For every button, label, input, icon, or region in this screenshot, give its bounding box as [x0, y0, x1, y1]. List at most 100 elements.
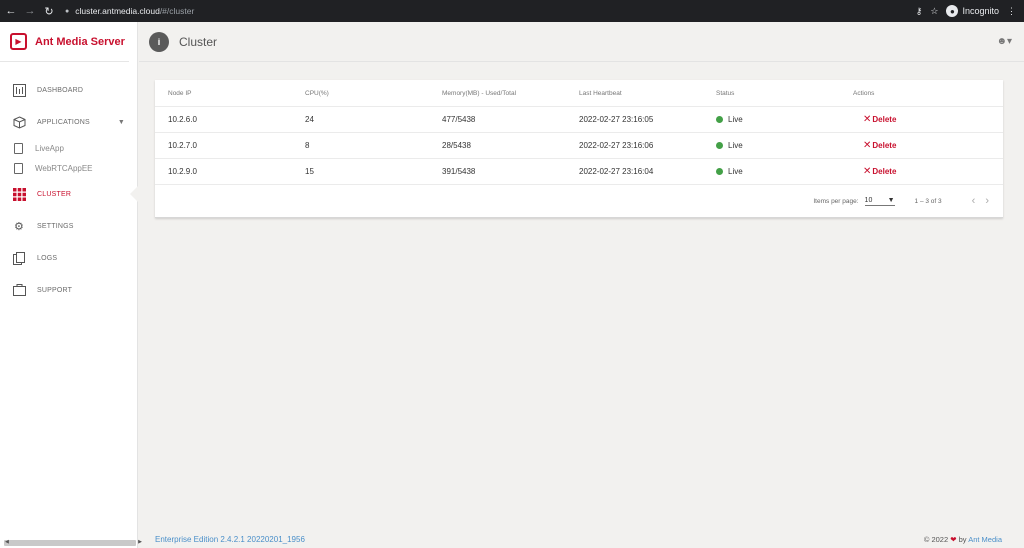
star-icon[interactable]: ☆ [930, 6, 938, 17]
chevron-down-icon: ▼ [887, 196, 895, 204]
status-badge: Live [703, 115, 840, 124]
settings-icon: ⚙ [13, 220, 25, 233]
status-badge: Live [703, 141, 840, 150]
page-header: i Cluster ☻▾ [139, 22, 1024, 62]
heart-icon: ❤ [950, 535, 957, 544]
status-text: Live [728, 115, 743, 124]
live-dot-icon [716, 142, 723, 149]
sidebar-app-label: LiveApp [35, 143, 64, 153]
logs-icon [12, 251, 26, 265]
sidebar-item-dashboard[interactable]: DASHBOARD [0, 74, 137, 106]
items-per-page-select[interactable]: 10 ▼ [864, 196, 895, 206]
cluster-icon [12, 187, 26, 201]
incognito-icon: ● [946, 5, 959, 17]
cpu-value: 8 [305, 141, 310, 150]
node-ip: 10.2.9.0 [168, 167, 197, 176]
sidebar-item-settings[interactable]: ⚙ SETTINGS [0, 210, 137, 242]
column-header: Status [716, 89, 735, 97]
node-ip: 10.2.6.0 [168, 115, 197, 124]
sidebar: ▶ Ant Media Server DASHBOARD APPLICATION… [0, 22, 142, 548]
page-title: Cluster [179, 34, 218, 49]
items-per-page-value: 10 [864, 196, 873, 204]
items-per-page-label: Items per page: [813, 197, 859, 205]
close-icon: ✕ [863, 166, 872, 177]
delete-button[interactable]: ✕ Delete [853, 140, 1003, 151]
browser-toolbar: ← → ↻ ● cluster.antmedia.cloud/#/cluster… [0, 0, 1024, 22]
delete-label: Delete [872, 167, 897, 176]
key-icon[interactable]: ⚷ [916, 6, 923, 17]
sidebar-item-label: LOGS [37, 254, 58, 262]
incognito-label: Incognito [962, 6, 999, 16]
cpu-value: 24 [305, 115, 314, 124]
copyright: © 2022 ❤ by Ant Media [924, 535, 1002, 544]
column-header: Actions [853, 89, 875, 97]
column-header: Last Heartbeat [579, 89, 622, 97]
table-row: 10.2.6.0 24 477/5438 2022-02-27 23:16:05… [155, 107, 1003, 133]
sidebar-item-label: CLUSTER [37, 190, 72, 198]
sidebar-scrollbar[interactable]: ◀ ▶ [4, 539, 142, 546]
live-dot-icon [716, 168, 723, 175]
reload-icon[interactable]: ↻ [41, 3, 57, 19]
sidebar-item-label: SETTINGS [37, 222, 74, 230]
forward-icon[interactable]: → [22, 3, 38, 19]
lock-icon: ● [65, 7, 70, 15]
brand-name: Ant Media Server [35, 35, 125, 48]
address-bar[interactable]: ● cluster.antmedia.cloud/#/cluster [65, 6, 194, 16]
file-icon [14, 142, 23, 154]
sidebar-app-label: WebRTCAppEE [35, 163, 93, 173]
dashboard-icon [12, 83, 26, 97]
column-header: Memory(MB) - Used/Total [442, 89, 517, 97]
sidebar-item-label: APPLICATIONS [37, 118, 90, 126]
url-path: /#/cluster [159, 6, 195, 16]
sidebar-item-applications[interactable]: APPLICATIONS ▼ [0, 106, 137, 138]
table-row: 10.2.9.0 15 391/5438 2022-02-27 23:16:04… [155, 159, 1003, 185]
browser-menu-icon[interactable]: ⋮ [1007, 6, 1016, 17]
ant-media-logo-icon: ▶ [10, 33, 27, 50]
user-menu-icon[interactable]: ☻▾ [996, 36, 1012, 47]
memory-value: 477/5438 [442, 115, 476, 124]
by-text: by [958, 535, 967, 544]
status-text: Live [728, 141, 743, 150]
scroll-left-icon[interactable]: ◀ [5, 539, 9, 545]
close-icon: ✕ [863, 114, 872, 125]
file-icon [14, 162, 23, 174]
heartbeat-value: 2022-02-27 23:16:06 [579, 141, 654, 150]
heartbeat-value: 2022-02-27 23:16:05 [579, 115, 654, 124]
info-icon[interactable]: i [149, 31, 169, 52]
status-text: Live [728, 167, 743, 176]
sidebar-item-logs[interactable]: LOGS [0, 242, 137, 274]
scroll-right-icon[interactable]: ▶ [138, 539, 142, 545]
sidebar-app-webrtcappee[interactable]: WebRTCAppEE [0, 158, 137, 178]
sidebar-nav: DASHBOARD APPLICATIONS ▼ LiveApp WebRTCA… [0, 74, 138, 306]
delete-button[interactable]: ✕ Delete [853, 166, 1003, 177]
chevron-down-icon[interactable]: ▼ [118, 119, 125, 126]
paginator: Items per page: 10 ▼ 1 – 3 of 3 ‹ › [155, 185, 1003, 217]
node-ip: 10.2.7.0 [168, 141, 197, 150]
heartbeat-value: 2022-02-27 23:16:04 [579, 167, 654, 176]
sidebar-item-support[interactable]: SUPPORT [0, 274, 137, 306]
applications-icon [12, 115, 26, 129]
delete-label: Delete [872, 141, 897, 150]
copyright-text: © 2022 [923, 535, 949, 544]
next-page-icon[interactable]: › [985, 195, 989, 207]
previous-page-icon[interactable]: ‹ [972, 195, 976, 207]
cluster-table: Node IP CPU(%) Memory(MB) - Used/Total L… [155, 80, 1003, 218]
brand[interactable]: ▶ Ant Media Server [0, 22, 129, 62]
sidebar-item-label: SUPPORT [37, 286, 73, 294]
sidebar-app-liveapp[interactable]: LiveApp [0, 138, 137, 158]
url-host: cluster.antmedia.cloud [75, 6, 160, 16]
company-link[interactable]: Ant Media [968, 535, 1002, 544]
incognito-indicator[interactable]: ● Incognito [946, 5, 999, 17]
back-icon[interactable]: ← [3, 3, 19, 19]
delete-button[interactable]: ✕ Delete [853, 114, 1003, 125]
edition-label: Enterprise Edition 2.4.2.1 20220201_1956 [155, 535, 305, 544]
table-header: Node IP CPU(%) Memory(MB) - Used/Total L… [155, 80, 1003, 107]
memory-value: 28/5438 [442, 141, 471, 150]
column-header: Node IP [168, 89, 192, 97]
memory-value: 391/5438 [442, 167, 476, 176]
table-row: 10.2.7.0 8 28/5438 2022-02-27 23:16:06 L… [155, 133, 1003, 159]
status-badge: Live [703, 167, 840, 176]
sidebar-item-cluster[interactable]: CLUSTER [0, 178, 138, 210]
sidebar-item-label: DASHBOARD [37, 86, 84, 94]
delete-label: Delete [872, 115, 897, 124]
